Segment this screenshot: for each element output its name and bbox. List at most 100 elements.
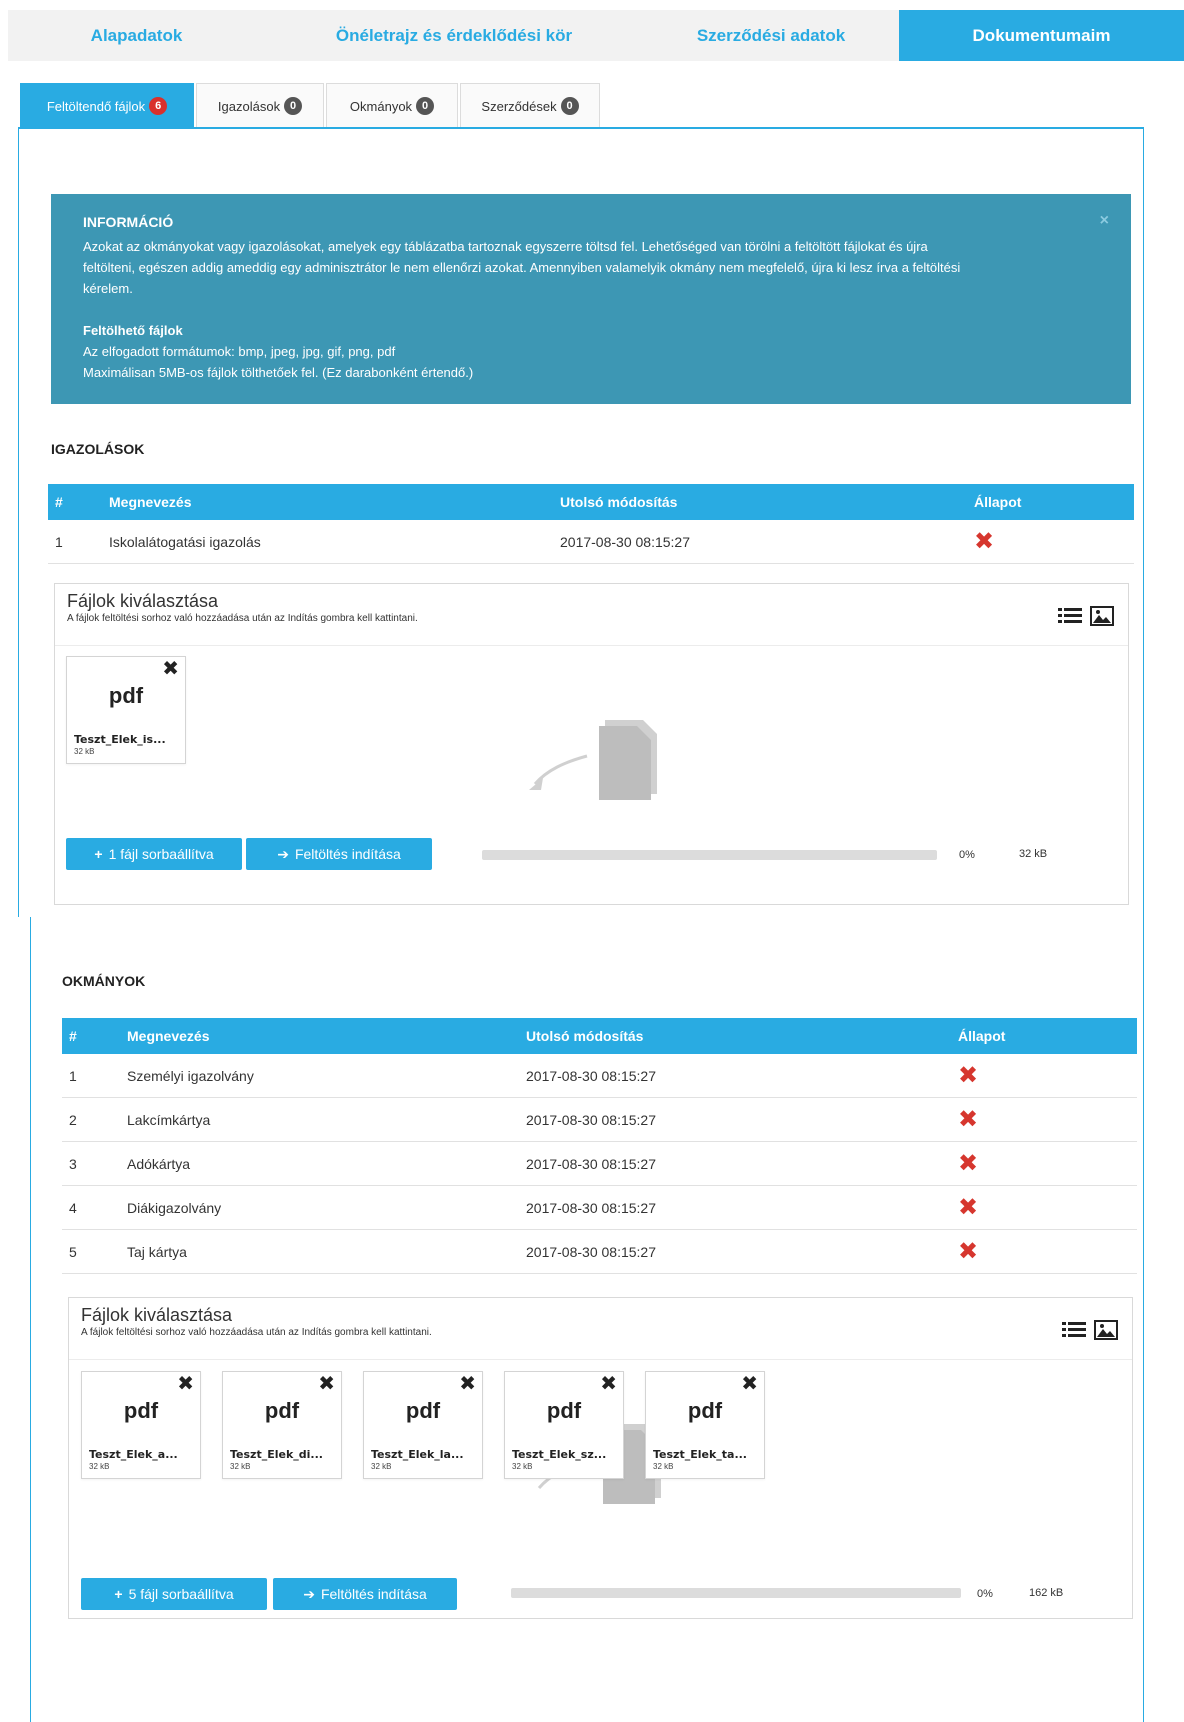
total-size: 162 kB: [1029, 1587, 1064, 1599]
file-card[interactable]: ✖ pdf Teszt_Elek_ta... 32 kB: [645, 1371, 765, 1479]
info-text-line: feltölteni, egészen addig ameddig egy ad…: [83, 260, 961, 275]
row-modified: 2017-08-30 08:15:27: [526, 1199, 656, 1216]
okmanyok-table: # Megnevezés Utolsó módosítás Állapot 1 …: [62, 1018, 1137, 1274]
progress-percent: 0%: [977, 1588, 993, 1600]
status-missing-icon: ✖: [958, 1061, 979, 1089]
file-name: Teszt_Elek_sz...: [512, 1448, 607, 1461]
file-ext: pdf: [264, 1398, 300, 1423]
arrow-right-icon: ➔: [303, 1585, 315, 1602]
file-size: 32 kB: [74, 747, 95, 756]
info-formats: Az elfogadott formátumok: bmp, jpeg, jpg…: [83, 344, 396, 359]
table-row: 3 Adókártya 2017-08-30 08:15:27 ✖: [62, 1142, 1137, 1186]
count-badge: 0: [284, 97, 303, 115]
tab-feltoltendo-fajlok[interactable]: Feltöltendő fájlok 6: [20, 83, 194, 128]
row-num: 2: [69, 1111, 77, 1128]
uploader-header: Fájlok kiválasztása A fájlok feltöltési …: [55, 584, 1128, 646]
col-status: Állapot: [974, 494, 1022, 510]
queue-label: 5 fájl sorbaállítva: [128, 1586, 234, 1602]
row-modified: 2017-08-30 08:15:27: [526, 1243, 656, 1260]
progress-percent: 0%: [959, 849, 975, 861]
start-upload-button[interactable]: ➔ Feltöltés indítása: [246, 838, 432, 870]
row-num: 1: [69, 1067, 77, 1084]
row-modified: 2017-08-30 08:15:27: [560, 533, 690, 550]
row-num: 5: [69, 1243, 77, 1260]
file-card[interactable]: ✖ pdf Teszt_Elek_sz... 32 kB: [504, 1371, 624, 1479]
row-modified: 2017-08-30 08:15:27: [526, 1067, 656, 1084]
tab-igazolasok[interactable]: Igazolások 0: [196, 83, 324, 128]
nav-item-alapadatok[interactable]: Alapadatok: [8, 10, 265, 61]
col-modified: Utolsó módosítás: [526, 1028, 644, 1044]
file-card[interactable]: ✖ pdf Teszt_Elek_a... 32 kB: [81, 1371, 201, 1479]
start-label: Feltöltés indítása: [294, 846, 401, 862]
remove-file-icon[interactable]: ✖: [741, 1374, 758, 1394]
row-name: Diákigazolvány: [127, 1199, 222, 1216]
file-card[interactable]: ✖ pdf Teszt_Elek_is... 32 kB: [66, 656, 186, 764]
file-size: 32 kB: [230, 1462, 251, 1471]
queue-label: 1 fájl sorbaállítva: [108, 846, 214, 862]
upload-progress-bar: [511, 1588, 961, 1598]
status-missing-icon: ✖: [958, 1149, 979, 1177]
file-size: 32 kB: [512, 1462, 533, 1471]
row-name: Adókártya: [127, 1155, 191, 1172]
remove-file-icon[interactable]: ✖: [318, 1374, 335, 1394]
row-num: 4: [69, 1199, 77, 1216]
start-label: Feltöltés indítása: [320, 1586, 427, 1602]
info-text-line: kérelem.: [83, 281, 133, 296]
row-modified: 2017-08-30 08:15:27: [526, 1155, 656, 1172]
start-upload-button[interactable]: ➔ Feltöltés indítása: [273, 1578, 457, 1610]
table-row: 4 Diákigazolvány 2017-08-30 08:15:27 ✖: [62, 1186, 1137, 1230]
file-card[interactable]: ✖ pdf Teszt_Elek_di... 32 kB: [222, 1371, 342, 1479]
col-name: Megnevezés: [109, 494, 192, 510]
row-num: 3: [69, 1155, 77, 1172]
file-size: 32 kB: [89, 1462, 110, 1471]
remove-file-icon[interactable]: ✖: [162, 659, 179, 679]
table-row: 2 Lakcímkártya 2017-08-30 08:15:27 ✖: [62, 1098, 1137, 1142]
add-files-button[interactable]: + 1 fájl sorbaállítva: [66, 838, 242, 870]
file-size: 32 kB: [371, 1462, 392, 1471]
list-view-icon[interactable]: [1058, 606, 1082, 626]
tab-label: Igazolások: [217, 98, 281, 114]
main-nav: Alapadatok Önéletrajz és érdeklődési kör…: [8, 10, 1184, 61]
plus-icon: +: [94, 846, 103, 862]
file-ext: pdf: [405, 1398, 441, 1423]
close-icon[interactable]: ×: [1100, 210, 1109, 231]
drop-files-icon: [529, 720, 657, 800]
tab-szerzodesek[interactable]: Szerződések 0: [460, 83, 600, 128]
table-row: 1 Személyi igazolvány 2017-08-30 08:15:2…: [62, 1054, 1137, 1098]
nav-item-dokumentumaim[interactable]: Dokumentumaim: [899, 10, 1184, 61]
table-header: # Megnevezés Utolsó módosítás Állapot: [62, 1018, 1137, 1054]
file-card[interactable]: ✖ pdf Teszt_Elek_la... 32 kB: [363, 1371, 483, 1479]
remove-file-icon[interactable]: ✖: [177, 1374, 194, 1394]
col-name: Megnevezés: [127, 1028, 210, 1044]
add-files-button[interactable]: + 5 fájl sorbaállítva: [81, 1578, 267, 1610]
document-tabs: Feltöltendő fájlok 6 Igazolások 0 Okmány…: [20, 83, 602, 128]
uploader-header: Fájlok kiválasztása A fájlok feltöltési …: [69, 1298, 1132, 1360]
thumbnail-view-icon[interactable]: [1094, 1320, 1118, 1340]
thumbnail-view-icon[interactable]: [1090, 606, 1114, 626]
col-modified: Utolsó módosítás: [560, 494, 678, 510]
nav-item-oneletrajz[interactable]: Önéletrajz és érdeklődési kör: [265, 10, 643, 61]
file-size: 32 kB: [653, 1462, 674, 1471]
file-name: Teszt_Elek_is...: [74, 733, 166, 746]
count-badge: 6: [149, 97, 168, 115]
count-badge: 0: [560, 97, 579, 115]
tab-okmanyok[interactable]: Okmányok 0: [326, 83, 458, 128]
remove-file-icon[interactable]: ✖: [600, 1374, 617, 1394]
uploader-title: Fájlok kiválasztása: [81, 1305, 233, 1325]
file-name: Teszt_Elek_di...: [230, 1448, 323, 1461]
status-missing-icon: ✖: [958, 1193, 979, 1221]
uploader-subtitle: A fájlok feltöltési sorhoz való hozzáadá…: [67, 613, 418, 624]
file-name: Teszt_Elek_ta...: [653, 1448, 747, 1461]
igazolasok-table: # Megnevezés Utolsó módosítás Állapot 1 …: [48, 484, 1134, 564]
list-view-icon[interactable]: [1062, 1320, 1086, 1340]
nav-item-szerzodesi-adatok[interactable]: Szerződési adatok: [643, 10, 899, 61]
remove-file-icon[interactable]: ✖: [459, 1374, 476, 1394]
info-subtitle: Feltölhető fájlok: [83, 323, 183, 338]
info-alert: × INFORMÁCIÓ Azokat az okmányokat vagy i…: [51, 194, 1131, 404]
table-row: 1 Iskolalátogatási igazolás 2017-08-30 0…: [48, 520, 1134, 564]
file-ext: pdf: [108, 683, 144, 708]
tab-label: Szerződések: [481, 98, 557, 114]
file-ext: pdf: [123, 1398, 159, 1423]
tab-label: Feltöltendő fájlok: [46, 98, 146, 114]
total-size: 32 kB: [1019, 848, 1048, 860]
